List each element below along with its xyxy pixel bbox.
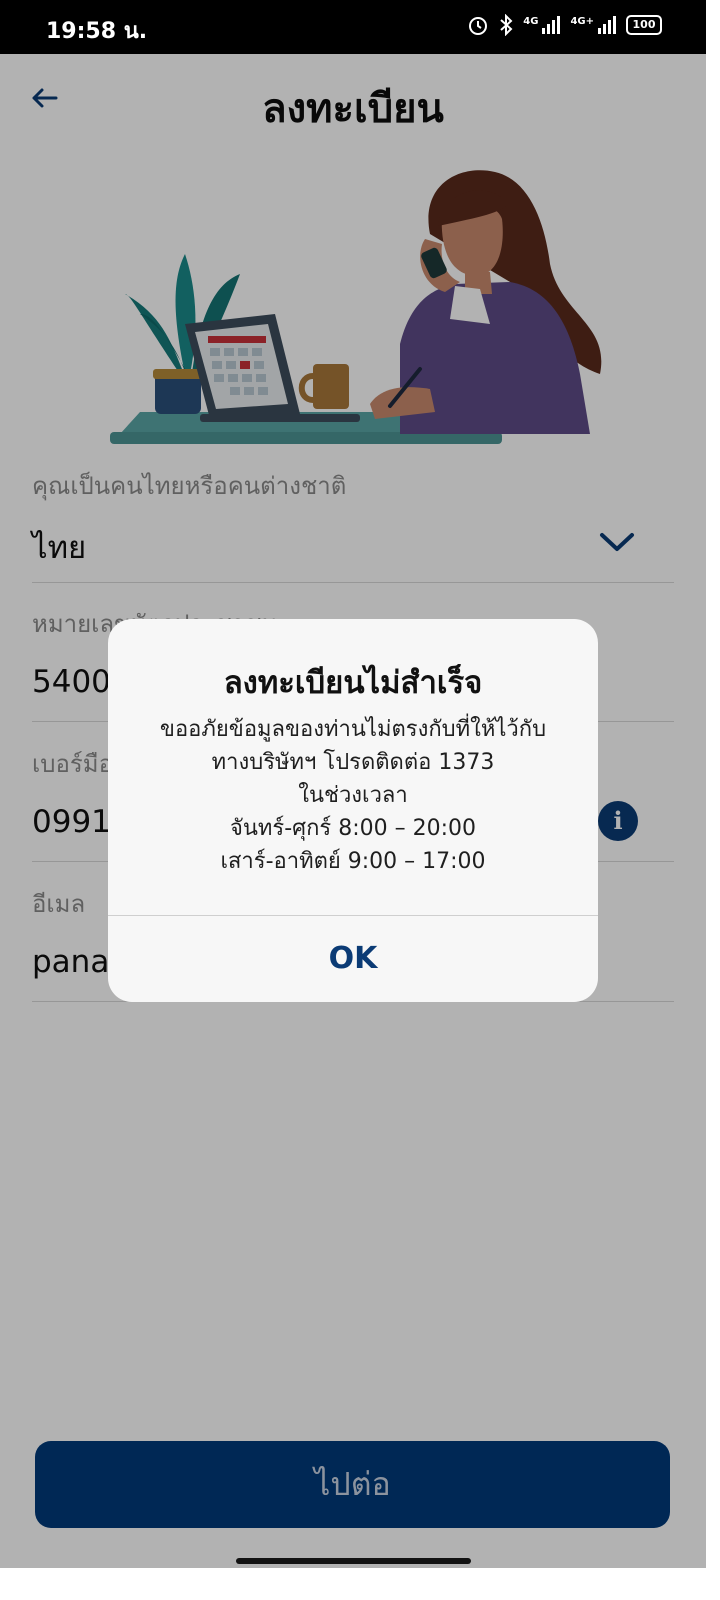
dialog-message-line: เสาร์-อาทิตย์ 9:00 – 17:00 [220, 849, 486, 874]
dialog-message-line: ทางบริษัทฯ โปรดติดต่อ 1373 [211, 750, 495, 775]
signal-2: 4G+ [570, 16, 616, 34]
status-bar: 19:58 น. 4G 4G+ 100 [0, 0, 706, 54]
alarm-icon [469, 17, 488, 35]
battery-icon: 100 [626, 15, 662, 35]
network-type-label: 4G [523, 16, 539, 27]
bluetooth-icon [500, 14, 513, 36]
status-time: 19:58 น. [46, 19, 148, 44]
signal-bar [557, 16, 561, 34]
dialog-title: ลงทะเบียนไม่สำเร็จ [223, 665, 483, 701]
signal-bar [603, 24, 606, 34]
signal-bar [542, 28, 546, 34]
dialog-message-line: จันทร์-ศุกร์ 8:00 – 20:00 [229, 816, 477, 841]
signal-bar [547, 24, 551, 34]
dialog-message-line: ขออภัยข้อมูลของท่านไม่ตรงกับที่ให้ไว้กับ [159, 717, 547, 742]
signal-bar [608, 20, 611, 34]
dialog-message-line: ในช่วงเวลา [298, 783, 408, 808]
network-type-label: 4G+ [570, 16, 594, 27]
status-icons: 4G 4G+ 100 [467, 14, 662, 36]
ok-button[interactable]: OK [108, 916, 598, 1002]
signal-bar [552, 20, 556, 34]
registration-failed-dialog: ลงทะเบียนไม่สำเร็จ ขออภัยข้อมูลของท่านไม… [108, 619, 598, 1002]
signal-bar [613, 16, 616, 34]
dialog-message: ขออภัยข้อมูลของท่านไม่ตรงกับที่ให้ไว้กับ… [128, 713, 578, 878]
signal-bar [598, 28, 601, 34]
signal-1: 4G [523, 16, 561, 34]
